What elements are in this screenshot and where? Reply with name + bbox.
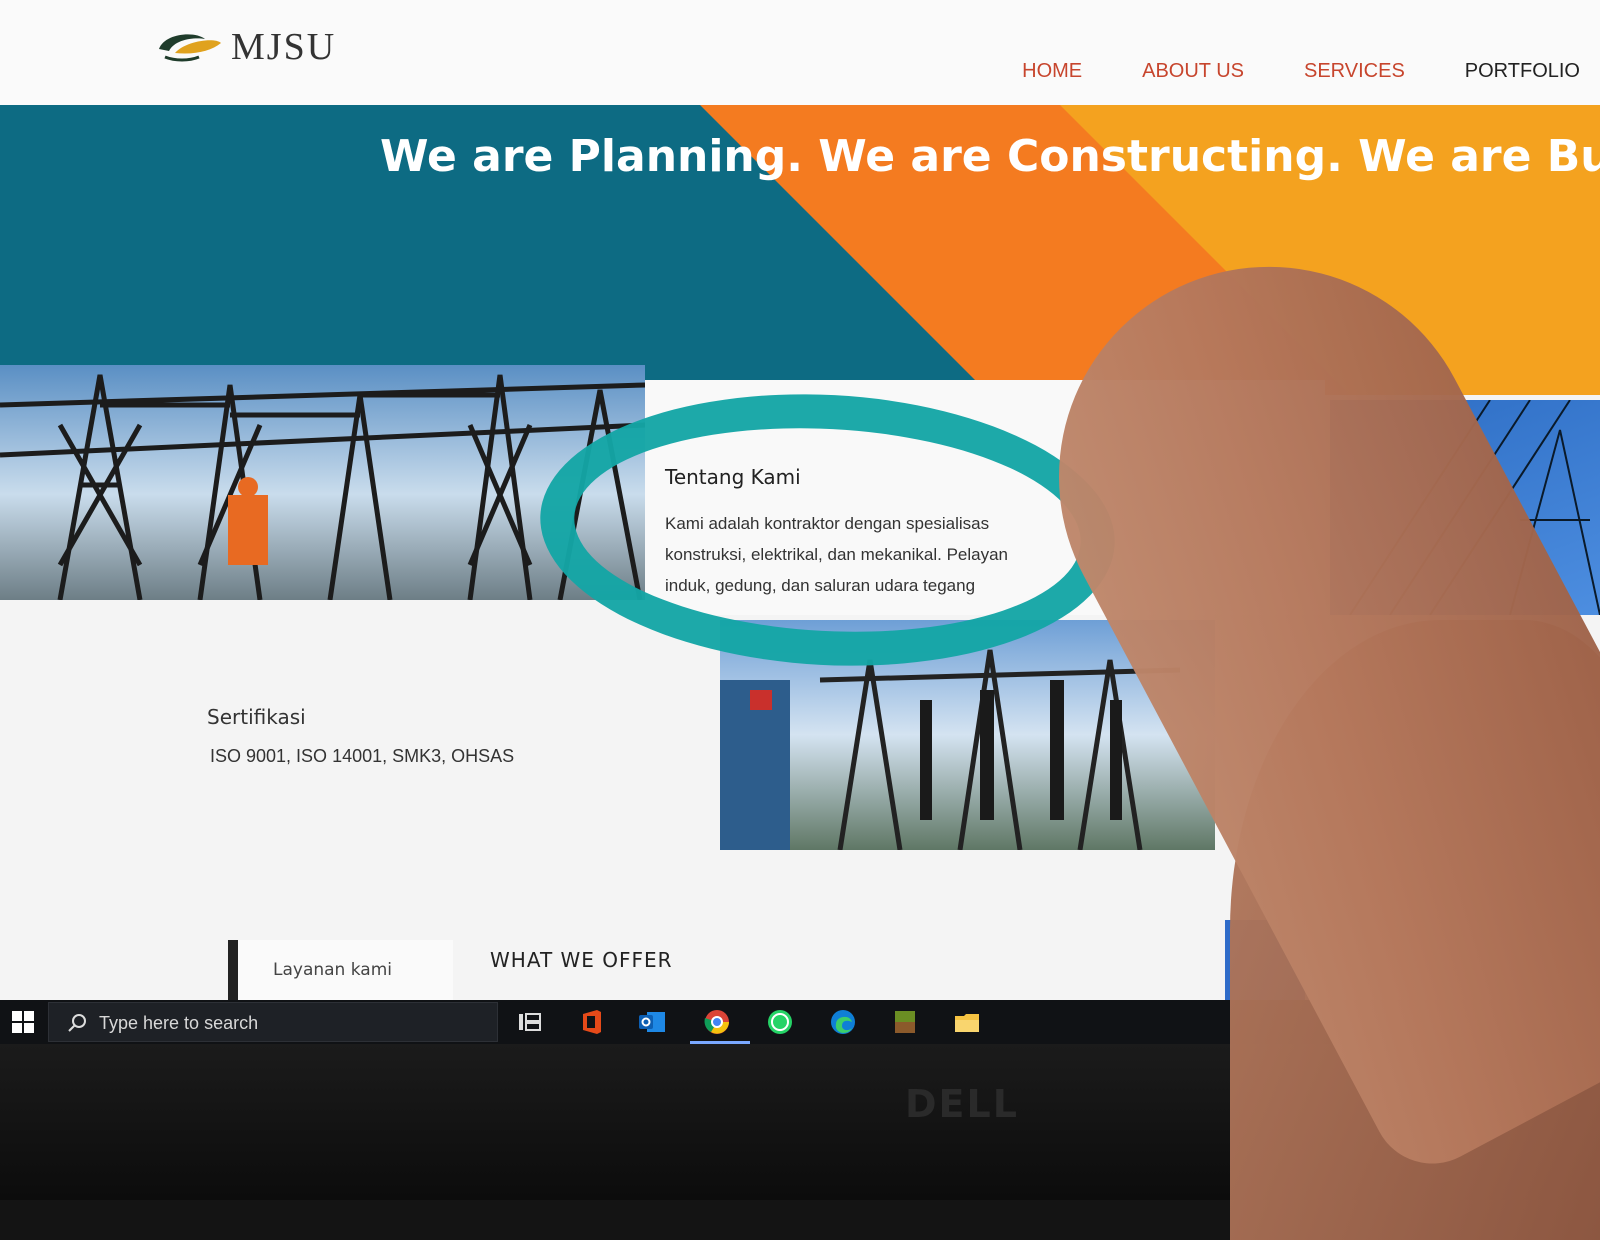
- outlook-icon[interactable]: [637, 1008, 667, 1036]
- windows-logo-icon: [12, 1011, 34, 1033]
- search-icon: [68, 1014, 86, 1032]
- certification-text: ISO 9001, ISO 14001, SMK3, OHSAS: [210, 746, 515, 766]
- nav-about-us[interactable]: ABOUT US: [1142, 60, 1244, 83]
- hero-title: We are Planning. We are Constructing. We…: [380, 131, 1600, 182]
- site-logo[interactable]: MJSU: [155, 22, 336, 72]
- offer-title: WHAT WE OFFER: [490, 948, 673, 972]
- nav-home[interactable]: HOME: [1022, 60, 1082, 83]
- taskbar-search-input[interactable]: Type here to search: [48, 1002, 498, 1042]
- site-header: MJSU HOME ABOUT US SERVICES PORTFOLIO: [0, 0, 1600, 105]
- tab-services-label: Layanan kami: [273, 960, 392, 980]
- logo-text: MJSU: [231, 26, 337, 68]
- substation-worker-photo: [0, 365, 645, 600]
- edge-icon[interactable]: [828, 1008, 858, 1036]
- task-view-icon[interactable]: [515, 1008, 545, 1036]
- tab-services[interactable]: Layanan kami: [228, 940, 453, 1000]
- certification-heading: Sertifikasi: [207, 705, 306, 729]
- whatsapp-icon[interactable]: [765, 1008, 795, 1036]
- transmission-tower-graphic: [0, 374, 645, 600]
- minecraft-icon[interactable]: [890, 1008, 920, 1036]
- start-button[interactable]: [0, 1000, 46, 1044]
- search-placeholder: Type here to search: [99, 1013, 259, 1033]
- dell-logo: DELL: [905, 1082, 1019, 1126]
- logo-swirl-icon: [159, 34, 221, 62]
- chrome-icon[interactable]: [702, 1008, 732, 1036]
- nav-services[interactable]: SERVICES: [1304, 60, 1405, 83]
- main-nav: HOME ABOUT US SERVICES PORTFOLIO: [962, 60, 1600, 83]
- file-explorer-icon[interactable]: [952, 1008, 982, 1036]
- office-icon[interactable]: [577, 1008, 607, 1036]
- nav-portfolio[interactable]: PORTFOLIO: [1465, 60, 1580, 83]
